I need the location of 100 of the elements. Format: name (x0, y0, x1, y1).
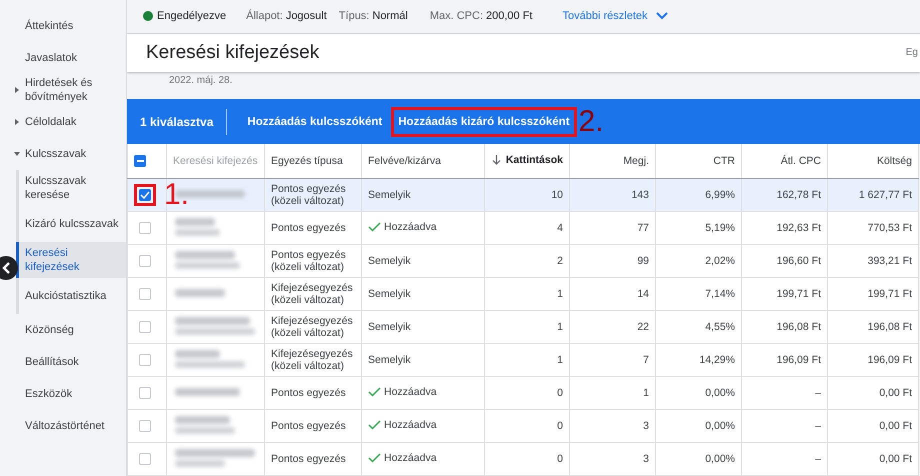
table-cell: 1 627,77 Ft (858, 189, 912, 202)
toolbar-action-button[interactable]: Hozzáadás kulcsszóként (240, 106, 390, 137)
table-cell: Semelyik (368, 321, 411, 334)
table-cell: 2,02% (705, 255, 735, 268)
table-cell: 196,09 Ft (776, 354, 821, 366)
column-header[interactable]: Költség (876, 155, 912, 168)
selection-count: 1 kiválasztva (140, 114, 214, 129)
table-cell: 770,53 Ft (868, 222, 912, 234)
table-cell: 7 (643, 354, 649, 366)
nav-item[interactable]: Eszközök (0, 378, 126, 410)
nav-item[interactable]: Keresési kifejezések (16, 242, 126, 278)
table-cell: 1 (557, 321, 563, 334)
table-cell: 0,00% (705, 387, 735, 400)
row-checkbox[interactable] (139, 222, 151, 234)
row-checkbox[interactable] (139, 189, 151, 202)
table-cell: 5,19% (705, 222, 735, 234)
field-value: Jogosult (286, 10, 327, 22)
table-cell: 0,00 Ft (879, 453, 912, 466)
table-cell: 77 (637, 222, 649, 234)
nav-item[interactable]: Javaslatok (0, 42, 126, 74)
table-cell: 3 (643, 453, 649, 466)
table-cell: 196,08 Ft (868, 321, 912, 334)
table-cell: 1 (643, 387, 649, 400)
nav-item[interactable]: Kulcsszavak (0, 138, 126, 170)
page-title: Keresési kifejezések (146, 42, 320, 64)
nav-item[interactable]: Változástörténet (0, 410, 126, 442)
field-value: 200,00 Ft (486, 10, 532, 22)
column-header[interactable]: Megj. (623, 155, 649, 168)
table-cell: Kifejezésegyezés (közeli változat) (271, 315, 353, 340)
table-cell: 199,71 Ft (868, 288, 912, 300)
table-cell: 196,60 Ft (776, 255, 821, 268)
nav-item[interactable]: Aukcióstatisztika (19, 278, 126, 314)
toolbar-action-button[interactable]: Hozzáadás kizáró kulcsszóként (391, 106, 577, 137)
status-text: Engedélyezve (157, 10, 226, 22)
row-checkbox[interactable] (139, 288, 151, 300)
annotation-number: 1. (164, 180, 190, 210)
nav-item[interactable]: Közönség (0, 314, 126, 346)
table-cell: Hozzáadva (384, 419, 437, 432)
nav-item[interactable]: Hirdetések és bővítmények (0, 74, 126, 106)
details-link[interactable]: További részletek (562, 10, 668, 22)
row-checkbox[interactable] (139, 354, 151, 366)
table-cell: 1 (557, 354, 563, 366)
table-cell: 162,78 Ft (776, 189, 821, 202)
table-cell: 4,55% (705, 321, 735, 334)
table-cell: Hozzáadva (384, 386, 437, 398)
table-cell: 14,29% (699, 354, 735, 366)
table-cell: 192,63 Ft (776, 222, 821, 234)
table-cell: Pontos egyezés (271, 387, 346, 400)
table-cell: 10 (551, 189, 563, 202)
nav-item[interactable]: Céloldalak (0, 106, 126, 138)
table-cell: 7,14% (705, 288, 735, 300)
row-checkbox[interactable] (139, 453, 151, 466)
table-cell: Semelyik (368, 354, 411, 366)
table-cell: 196,09 Ft (868, 354, 912, 366)
chevron-down-icon (656, 12, 668, 20)
nav-item[interactable]: Áttekintés (0, 10, 126, 42)
annotation-number: 2. (578, 106, 604, 137)
blurred-term (175, 388, 240, 396)
table-cell: Pontos egyezés (közeli változat) (271, 249, 346, 274)
table-cell: Pontos egyezés (271, 222, 346, 234)
table-cell: 393,21 Ft (868, 255, 912, 268)
table-cell: Semelyik (368, 189, 411, 202)
table-cell: 0 (557, 420, 563, 432)
table-cell: – (815, 387, 821, 400)
row-checkbox[interactable] (139, 255, 151, 268)
field-value: Normál (372, 10, 408, 22)
table-cell: 0,00 Ft (879, 387, 912, 400)
table-cell: 0,00% (705, 453, 735, 466)
collapse-icon[interactable] (0, 256, 18, 280)
nav-item[interactable]: Kizáró kulcsszavak (19, 206, 126, 242)
column-header[interactable]: Átl. CPC (780, 155, 821, 168)
nav-item[interactable]: Kulcsszavak keresése (19, 170, 126, 206)
field-label: Típus: (338, 10, 370, 22)
select-all-checkbox[interactable] (134, 155, 146, 168)
table-cell: 143 (631, 189, 649, 202)
table-cell: 199,71 Ft (776, 288, 821, 300)
date-text: 2022. máj. 28. (169, 74, 232, 86)
row-checkbox[interactable] (139, 321, 151, 334)
table-cell: 0,00 Ft (879, 420, 912, 432)
nav-item[interactable]: Beállítások (0, 346, 126, 378)
column-header[interactable]: CTR (713, 155, 735, 168)
field-label: Állapot: (246, 10, 283, 22)
table-cell: – (815, 453, 821, 466)
cut-text: Eg (906, 47, 918, 58)
table-cell: 0 (557, 453, 563, 466)
blurred-term (175, 250, 240, 269)
table-cell: 14 (637, 288, 649, 300)
row-checkbox[interactable] (139, 420, 151, 432)
table-cell: Kifejezésegyezés (közeli változat) (271, 282, 353, 306)
field-label: Max. CPC: (430, 10, 484, 22)
row-checkbox[interactable] (139, 387, 151, 400)
table-cell: – (815, 420, 821, 432)
table-cell: 3 (643, 420, 649, 432)
table-cell: Hozzáadva (384, 452, 437, 464)
table-cell: Kifejezésegyezés (közeli változat) (271, 348, 353, 372)
table-cell: Semelyik (368, 288, 411, 300)
table-cell: Hozzáadva (384, 221, 437, 234)
table-cell: 1 (557, 288, 563, 300)
table-cell: Semelyik (368, 255, 411, 268)
table-cell: 196,08 Ft (776, 321, 821, 334)
